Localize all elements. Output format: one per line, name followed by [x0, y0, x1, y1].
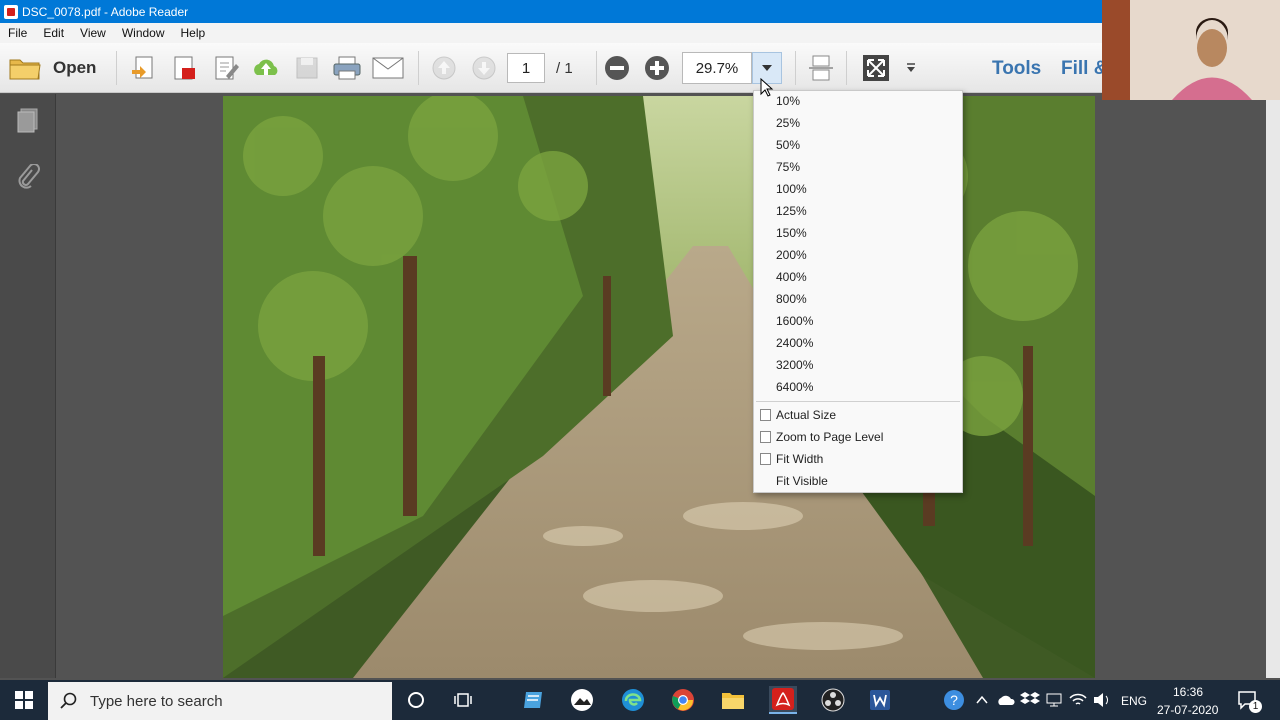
page-number-input[interactable]: 1 — [507, 53, 545, 83]
create-pdf-icon[interactable] — [128, 53, 160, 83]
cortana-icon[interactable] — [402, 686, 430, 714]
zoom-option[interactable]: 10% — [776, 91, 800, 111]
clock-time[interactable]: 16:36 — [1173, 685, 1203, 699]
actual-size-icon — [760, 409, 771, 421]
adobe-reader-taskbar-icon[interactable] — [769, 686, 797, 714]
zoom-in-icon[interactable] — [641, 53, 673, 83]
toolbar-separator — [418, 51, 419, 85]
menu-bar: File Edit View Window Help — [0, 23, 1280, 43]
zoom-option[interactable]: 50% — [776, 135, 800, 155]
photos-app-icon[interactable] — [568, 686, 596, 714]
zoom-to-page-level-option[interactable]: Zoom to Page Level — [776, 427, 883, 447]
svg-text:?: ? — [950, 692, 958, 708]
page-thumbnails-icon[interactable] — [16, 108, 40, 137]
previous-page-icon[interactable] — [428, 53, 460, 83]
app-icon-blue[interactable] — [519, 686, 547, 714]
menu-file[interactable]: File — [0, 26, 35, 40]
toolbar-separator — [596, 51, 597, 85]
edit-document-icon[interactable] — [210, 53, 242, 83]
document-page-photo — [223, 96, 1095, 678]
zoom-option[interactable]: 100% — [776, 179, 807, 199]
toolbar-separator — [116, 51, 117, 85]
webcam-overlay — [1102, 0, 1280, 100]
chrome-browser-icon[interactable] — [669, 686, 697, 714]
menu-separator — [756, 401, 960, 402]
zoom-option[interactable]: 75% — [776, 157, 800, 177]
mouse-cursor-icon — [760, 77, 774, 101]
print-icon[interactable] — [330, 53, 364, 83]
chevron-down-icon — [762, 65, 772, 71]
pdf-file-icon[interactable] — [168, 53, 200, 83]
zoom-option[interactable]: 1600% — [776, 311, 813, 331]
customize-toolbar-chevron-icon[interactable] — [902, 59, 920, 77]
navigation-pane — [0, 94, 56, 678]
page-total: / 1 — [556, 60, 573, 77]
windows-start-icon[interactable] — [10, 686, 38, 714]
zoom-option[interactable]: 6400% — [776, 377, 813, 397]
zoom-option[interactable]: 2400% — [776, 333, 813, 353]
attachments-paperclip-icon[interactable] — [16, 163, 40, 195]
zoom-option[interactable]: 125% — [776, 201, 807, 221]
language-indicator[interactable]: ENG — [1121, 694, 1147, 708]
save-icon[interactable] — [292, 53, 322, 83]
zoom-option[interactable]: 800% — [776, 289, 807, 309]
zoom-option[interactable]: 25% — [776, 113, 800, 133]
toolbar-separator — [846, 51, 847, 85]
vertical-scrollbar[interactable] — [1266, 94, 1280, 678]
menu-window[interactable]: Window — [114, 26, 173, 40]
zoom-dropdown-menu: 10% 25% 50% 75% 100% 125% 150% 200% 400%… — [753, 90, 963, 493]
next-page-icon[interactable] — [468, 53, 500, 83]
open-folder-icon[interactable] — [8, 53, 42, 83]
word-app-icon[interactable] — [866, 686, 894, 714]
tools-pane-button[interactable]: Tools — [992, 58, 1041, 80]
zoom-out-icon[interactable] — [601, 53, 633, 83]
fullscreen-icon[interactable] — [860, 53, 892, 83]
clock-date[interactable]: 27-07-2020 — [1157, 703, 1218, 717]
zoom-level-input[interactable]: 29.7% — [682, 52, 752, 84]
menu-help[interactable]: Help — [173, 26, 214, 40]
edge-browser-icon[interactable] — [619, 686, 647, 714]
menu-edit[interactable]: Edit — [35, 26, 72, 40]
fit-width-icon — [760, 453, 771, 465]
upload-cloud-icon[interactable] — [250, 53, 282, 83]
menu-view[interactable]: View — [72, 26, 114, 40]
zoom-option[interactable]: 150% — [776, 223, 807, 243]
scroll-mode-icon[interactable] — [805, 53, 837, 83]
fit-width-option[interactable]: Fit Width — [776, 449, 823, 469]
window-title: DSC_0078.pdf - Adobe Reader — [22, 4, 189, 19]
taskbar-search-box[interactable]: Type here to search — [48, 682, 392, 720]
email-icon[interactable] — [371, 53, 405, 83]
help-icon[interactable]: ? — [940, 686, 968, 714]
toolbar-separator — [795, 51, 796, 85]
zoom-option[interactable]: 3200% — [776, 355, 813, 375]
zoom-option[interactable]: 400% — [776, 267, 807, 287]
obs-studio-icon[interactable] — [819, 686, 847, 714]
volume-icon[interactable] — [1088, 686, 1116, 714]
search-placeholder: Type here to search — [90, 692, 223, 710]
zoom-page-level-icon — [760, 431, 771, 443]
file-explorer-icon[interactable] — [719, 686, 747, 714]
fill-sign-pane-button[interactable]: Fill & — [1061, 58, 1106, 80]
task-view-icon[interactable] — [449, 686, 477, 714]
search-icon — [60, 692, 77, 709]
fit-visible-option[interactable]: Fit Visible — [776, 471, 828, 491]
notification-count-badge: 1 — [1249, 700, 1262, 713]
open-button[interactable]: Open — [53, 58, 96, 78]
actual-size-option[interactable]: Actual Size — [776, 405, 836, 425]
adobe-reader-app-icon — [4, 4, 18, 19]
title-bar: DSC_0078.pdf - Adobe Reader — [0, 0, 1280, 23]
zoom-option[interactable]: 200% — [776, 245, 807, 265]
